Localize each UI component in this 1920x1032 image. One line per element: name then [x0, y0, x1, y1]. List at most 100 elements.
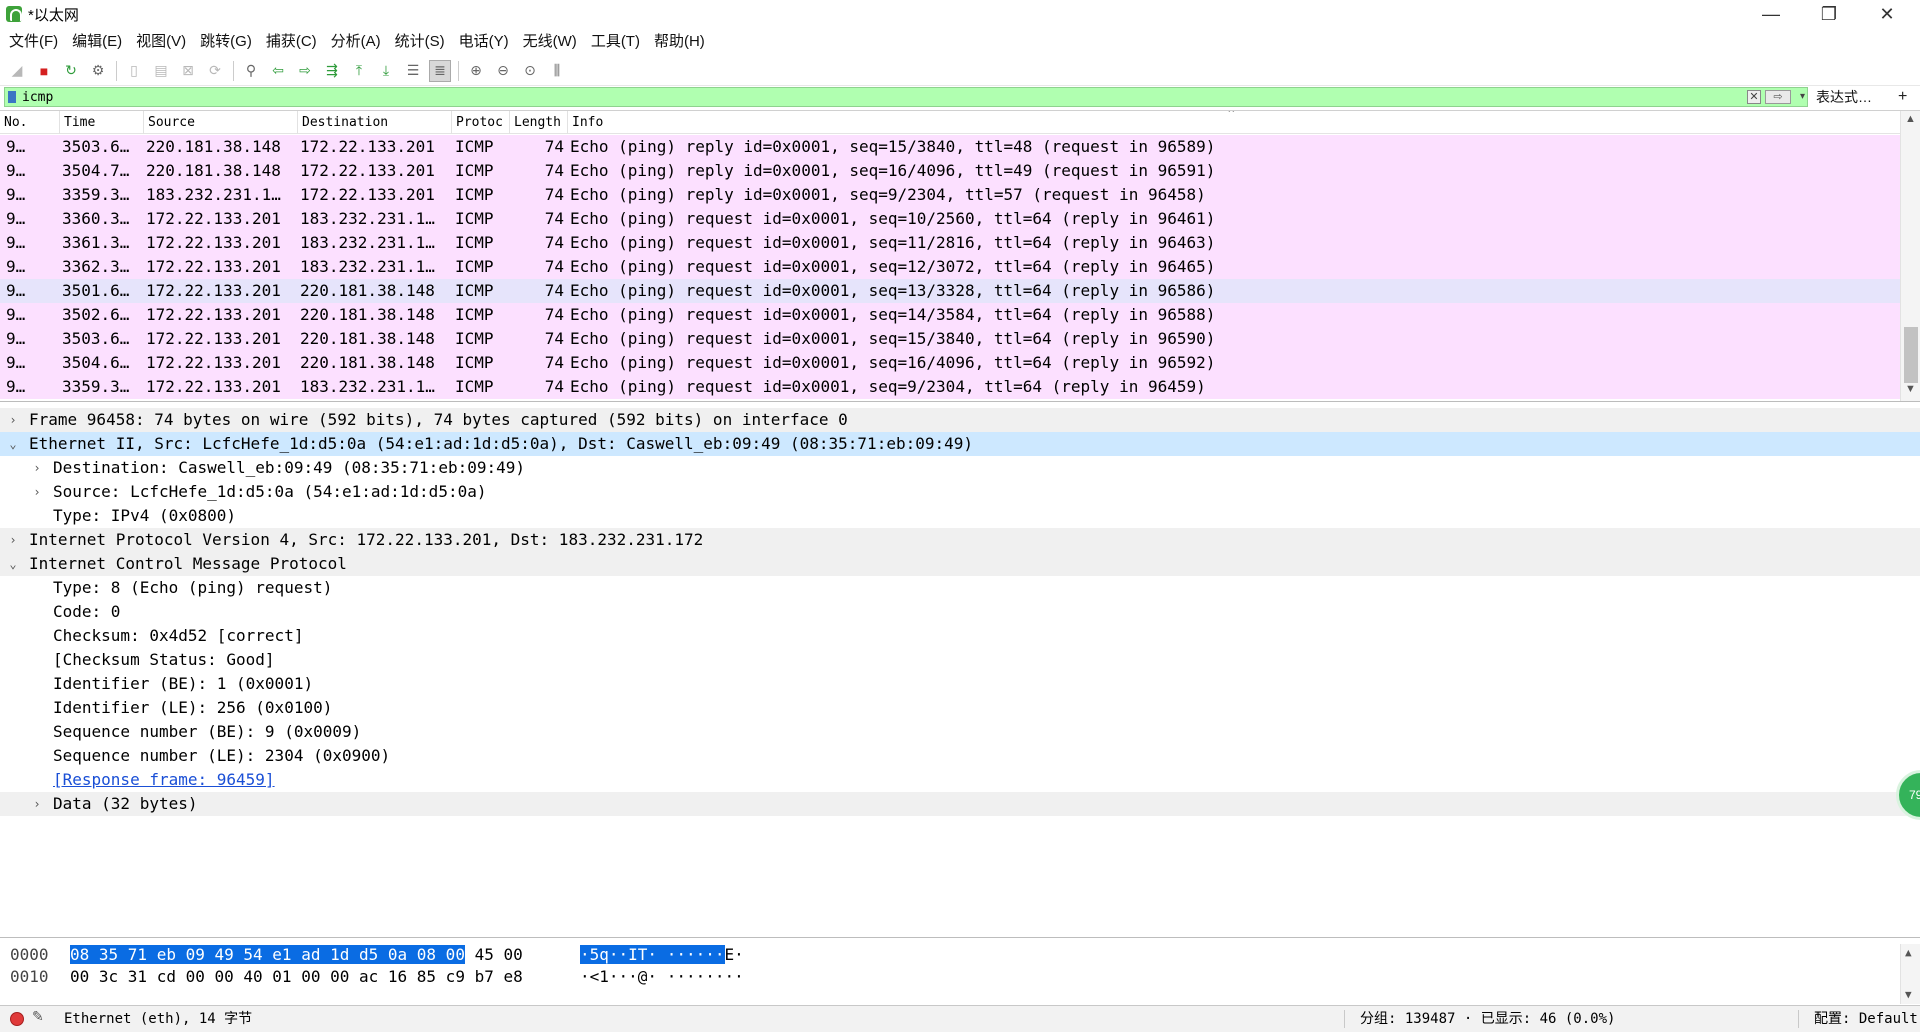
add-filter-button[interactable]: + — [1898, 86, 1907, 108]
detail-row[interactable]: Checksum: 0x4d52 [correct] — [0, 624, 1920, 648]
detail-row[interactable]: Code: 0 — [0, 600, 1920, 624]
detail-row[interactable]: [Checksum Status: Good] — [0, 648, 1920, 672]
status-profile[interactable]: 配置: Default — [1814, 1006, 1918, 1032]
menu-statistics[interactable]: 统计(S) — [388, 28, 452, 56]
minimize-button[interactable]: — — [1742, 0, 1800, 28]
last-packet-button[interactable]: ⤓ — [375, 60, 397, 82]
chevron-right-icon[interactable]: › — [6, 408, 20, 432]
column-header-time[interactable]: Time — [60, 111, 144, 134]
packet-cell-dst: 220.181.38.148 — [300, 329, 435, 348]
close-button[interactable]: ✕ — [1858, 0, 1916, 28]
packet-row[interactable]: 9… 3362.3… 172.22.133.201 183.232.231.1… ICM… — [0, 255, 1900, 279]
open-file-button[interactable]: ▯ — [123, 60, 145, 82]
chevron-down-icon[interactable]: ⌄ — [6, 432, 20, 456]
menu-capture[interactable]: 捕获(C) — [259, 28, 324, 56]
capture-options-button[interactable]: ⚙ — [87, 60, 109, 82]
edit-comment-icon[interactable]: ✎ — [32, 1008, 44, 1025]
menu-analyze[interactable]: 分析(A) — [324, 28, 388, 56]
detail-row[interactable]: Sequence number (LE): 2304 (0x0900) — [0, 744, 1920, 768]
menu-edit[interactable]: 编辑(E) — [65, 28, 129, 56]
chevron-right-icon[interactable]: › — [6, 528, 20, 552]
packet-row[interactable]: 9… 3503.6… 172.22.133.201 220.181.38.148 ICM… — [0, 327, 1900, 351]
packet-row[interactable]: 9… 3504.6… 172.22.133.201 220.181.38.148 ICM… — [0, 351, 1900, 375]
save-file-button[interactable]: ▤ — [150, 60, 172, 82]
wireshark-app-icon — [6, 6, 22, 22]
packet-row[interactable]: 9… 3501.6… 172.22.133.201 220.181.38.148 ICM… — [0, 279, 1900, 303]
filter-history-dropdown[interactable]: ▾ — [1800, 88, 1805, 106]
scrollbar-thumb[interactable] — [1904, 327, 1918, 383]
packet-row[interactable]: 9… 3361.3… 172.22.133.201 183.232.231.1… ICM… — [0, 231, 1900, 255]
find-packet-button[interactable]: ⚲ — [240, 60, 262, 82]
menu-help[interactable]: 帮助(H) — [647, 28, 712, 56]
bytes-hex[interactable]: 00 3c 31 cd 00 00 40 01 00 00 ac 16 85 c… — [70, 966, 523, 988]
column-header-length[interactable]: Length — [510, 111, 568, 134]
column-header-protocol[interactable]: Protoc — [452, 111, 510, 134]
packet-row[interactable]: 9… 3360.3… 172.22.133.201 183.232.231.1… ICM… — [0, 207, 1900, 231]
chevron-right-icon[interactable]: › — [30, 480, 44, 504]
detail-row[interactable]: ⌄ Internet Control Message Protocol — [0, 552, 1920, 576]
detail-row[interactable]: › Data (32 bytes) — [0, 792, 1920, 816]
packet-list-scrollbar[interactable]: ▲ ▼ — [1900, 111, 1920, 401]
detail-row[interactable]: Sequence number (BE): 9 (0x0009) — [0, 720, 1920, 744]
packet-cell-no: 9… — [6, 305, 26, 324]
menu-tools[interactable]: 工具(T) — [584, 28, 647, 56]
detail-row[interactable]: Type: 8 (Echo (ping) request) — [0, 576, 1920, 600]
scroll-up-icon[interactable]: ▲ — [1905, 113, 1916, 125]
bookmark-icon[interactable] — [8, 91, 16, 103]
chevron-right-icon[interactable]: › — [30, 456, 44, 480]
bytes-scrollbar[interactable]: ▲ ▼ — [1900, 944, 1920, 1004]
packet-row[interactable]: 9… 3504.7… 220.181.38.148 172.22.133.201 ICM… — [0, 159, 1900, 183]
scroll-up-icon[interactable]: ▲ — [1905, 946, 1912, 959]
menu-wireless[interactable]: 无线(W) — [516, 28, 584, 56]
packet-row[interactable]: 9… 3359.3… 172.22.133.201 183.232.231.1… ICM… — [0, 375, 1900, 399]
detail-row[interactable]: [Response frame: 96459] — [0, 768, 1920, 792]
clear-filter-button[interactable]: ✕ — [1747, 90, 1761, 104]
bytes-hex[interactable]: 08 35 71 eb 09 49 54 e1 ad 1d d5 0a 08 0… — [70, 944, 523, 966]
scroll-down-icon[interactable]: ▼ — [1905, 988, 1912, 1001]
response-frame-link[interactable]: [Response frame: 96459] — [53, 768, 275, 792]
restore-button[interactable]: ❐ — [1800, 0, 1858, 28]
column-header-destination[interactable]: Destination — [298, 111, 452, 134]
bytes-ascii[interactable]: ·5q··IT· ······E· — [580, 944, 744, 966]
apply-filter-button[interactable]: ⇨ — [1765, 90, 1791, 104]
packet-row[interactable]: 9… 3503.6… 220.181.38.148 172.22.133.201 ICM… — [0, 135, 1900, 159]
first-packet-button[interactable]: ⤒ — [348, 60, 370, 82]
expression-button[interactable]: 表达式… — [1816, 86, 1872, 108]
zoom-in-button[interactable]: ⊕ — [465, 60, 487, 82]
column-header-no[interactable]: No. — [0, 111, 60, 134]
resize-columns-button[interactable]: ⫼ — [546, 60, 568, 82]
packet-row[interactable]: 9… 3359.3… 183.232.231.1… 172.22.133.201 ICM… — [0, 183, 1900, 207]
packet-row[interactable]: 9… 3502.6… 172.22.133.201 220.181.38.148 ICM… — [0, 303, 1900, 327]
column-header-source[interactable]: Source — [144, 111, 298, 134]
chevron-down-icon[interactable]: ⌄ — [6, 552, 20, 576]
detail-row[interactable]: › Frame 96458: 74 bytes on wire (592 bits… — [0, 408, 1920, 432]
detail-row[interactable]: › Destination: Caswell_eb:09:49 (08:35:71… — [0, 456, 1920, 480]
go-forward-button[interactable]: ⇨ — [294, 60, 316, 82]
restart-capture-button[interactable]: ↻ — [60, 60, 82, 82]
display-filter-input[interactable] — [22, 89, 1807, 105]
expert-info-icon[interactable] — [10, 1012, 24, 1026]
stop-capture-button[interactable]: ■ — [33, 60, 55, 82]
scroll-down-icon[interactable]: ▼ — [1905, 383, 1916, 395]
zoom-normal-button[interactable]: ⊙ — [519, 60, 541, 82]
menu-telephony[interactable]: 电话(Y) — [452, 28, 516, 56]
reload-file-button[interactable]: ⟳ — [204, 60, 226, 82]
go-back-button[interactable]: ⇦ — [267, 60, 289, 82]
colorize-button[interactable]: ≣ — [429, 59, 451, 82]
chevron-right-icon[interactable]: › — [30, 792, 44, 816]
detail-row[interactable]: ⌄ Ethernet II, Src: LcfcHefe_1d:d5:0a (54… — [0, 432, 1920, 456]
menu-file[interactable]: 文件(F) — [2, 28, 65, 56]
go-to-packet-button[interactable]: ⇶ — [321, 60, 343, 82]
detail-row[interactable]: › Source: LcfcHefe_1d:d5:0a (54:e1:ad:1d:… — [0, 480, 1920, 504]
close-file-button[interactable]: ⊠ — [177, 60, 199, 82]
detail-row[interactable]: Identifier (LE): 256 (0x0100) — [0, 696, 1920, 720]
menu-go[interactable]: 跳转(G) — [193, 28, 259, 56]
start-capture-button[interactable]: ◢ — [6, 60, 28, 82]
zoom-out-button[interactable]: ⊖ — [492, 60, 514, 82]
menu-view[interactable]: 视图(V) — [129, 28, 193, 56]
detail-row[interactable]: › Internet Protocol Version 4, Src: 172.2… — [0, 528, 1920, 552]
autoscroll-button[interactable]: ☰ — [402, 60, 424, 82]
bytes-ascii[interactable]: ·<1···@· ········ — [580, 966, 744, 988]
detail-row[interactable]: Identifier (BE): 1 (0x0001) — [0, 672, 1920, 696]
detail-row[interactable]: Type: IPv4 (0x0800) — [0, 504, 1920, 528]
